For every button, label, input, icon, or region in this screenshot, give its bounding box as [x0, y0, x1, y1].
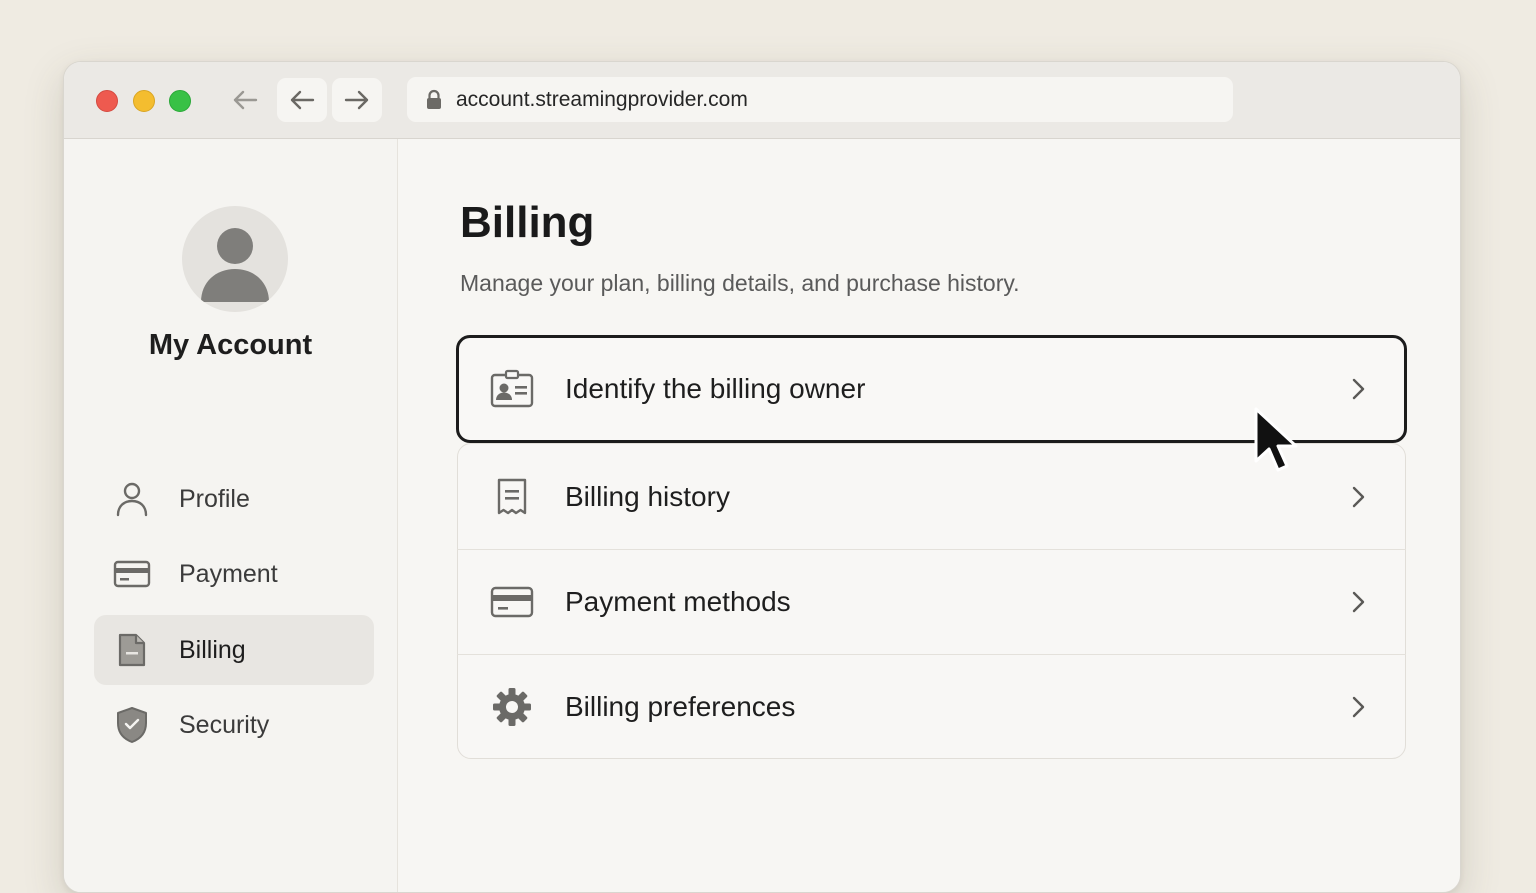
arrow-left-icon — [290, 90, 315, 110]
option-label: Identify the billing owner — [565, 373, 866, 404]
forward-button[interactable] — [332, 78, 382, 122]
back-button[interactable] — [277, 78, 327, 122]
sidebar-item-label: Billing — [179, 635, 246, 664]
sidebar-back-button[interactable] — [220, 78, 270, 122]
billing-preferences-option[interactable]: Billing preferences — [457, 654, 1406, 759]
sidebar-item-label: Profile — [179, 484, 250, 513]
sidebar-item-label: Security — [179, 710, 270, 739]
maximize-window-button[interactable] — [169, 90, 191, 112]
chevron-right-icon — [1348, 377, 1368, 401]
url-text: account.streamingprovider.com — [456, 87, 748, 111]
account-sidebar: My Account Profile Payment Billing Secur… — [64, 139, 398, 892]
payment-methods-option[interactable]: Payment methods — [457, 549, 1406, 654]
option-label: Billing preferences — [565, 691, 796, 722]
page-title: Billing — [460, 198, 595, 247]
id-card-icon — [488, 369, 536, 409]
sidebar-item-label: Payment — [179, 559, 278, 588]
arrow-left-icon — [233, 90, 258, 110]
option-label: Billing history — [565, 480, 730, 512]
minimize-window-button[interactable] — [133, 90, 155, 112]
lock-icon — [425, 89, 443, 111]
option-label: Payment methods — [565, 586, 791, 617]
sidebar-item-profile[interactable]: Profile — [94, 464, 374, 534]
address-bar[interactable]: account.streamingprovider.com — [407, 77, 1233, 122]
person-avatar-icon — [201, 228, 269, 302]
browser-toolbar: account.streamingprovider.com — [64, 62, 1460, 139]
arrow-right-icon — [344, 90, 369, 110]
document-icon — [112, 632, 152, 668]
shield-icon — [112, 706, 152, 744]
avatar — [182, 206, 288, 312]
close-window-button[interactable] — [96, 90, 118, 112]
chevron-right-icon — [1348, 485, 1368, 509]
sidebar-item-billing[interactable]: Billing — [94, 615, 374, 685]
receipt-icon — [488, 477, 536, 517]
chevron-right-icon — [1348, 695, 1368, 719]
person-icon — [112, 481, 152, 517]
sidebar-item-payment[interactable]: Payment — [94, 539, 374, 609]
page-subtitle: Manage your plan, billing details, and p… — [460, 270, 1020, 296]
browser-window: account.streamingprovider.com My Account… — [63, 61, 1461, 893]
account-title: My Account — [148, 329, 313, 361]
credit-card-icon — [112, 559, 152, 589]
chevron-right-icon — [1348, 590, 1368, 614]
mouse-pointer-icon — [1251, 406, 1301, 483]
credit-card-icon — [488, 585, 536, 619]
gear-icon — [488, 686, 536, 728]
sidebar-item-security[interactable]: Security — [94, 690, 374, 760]
